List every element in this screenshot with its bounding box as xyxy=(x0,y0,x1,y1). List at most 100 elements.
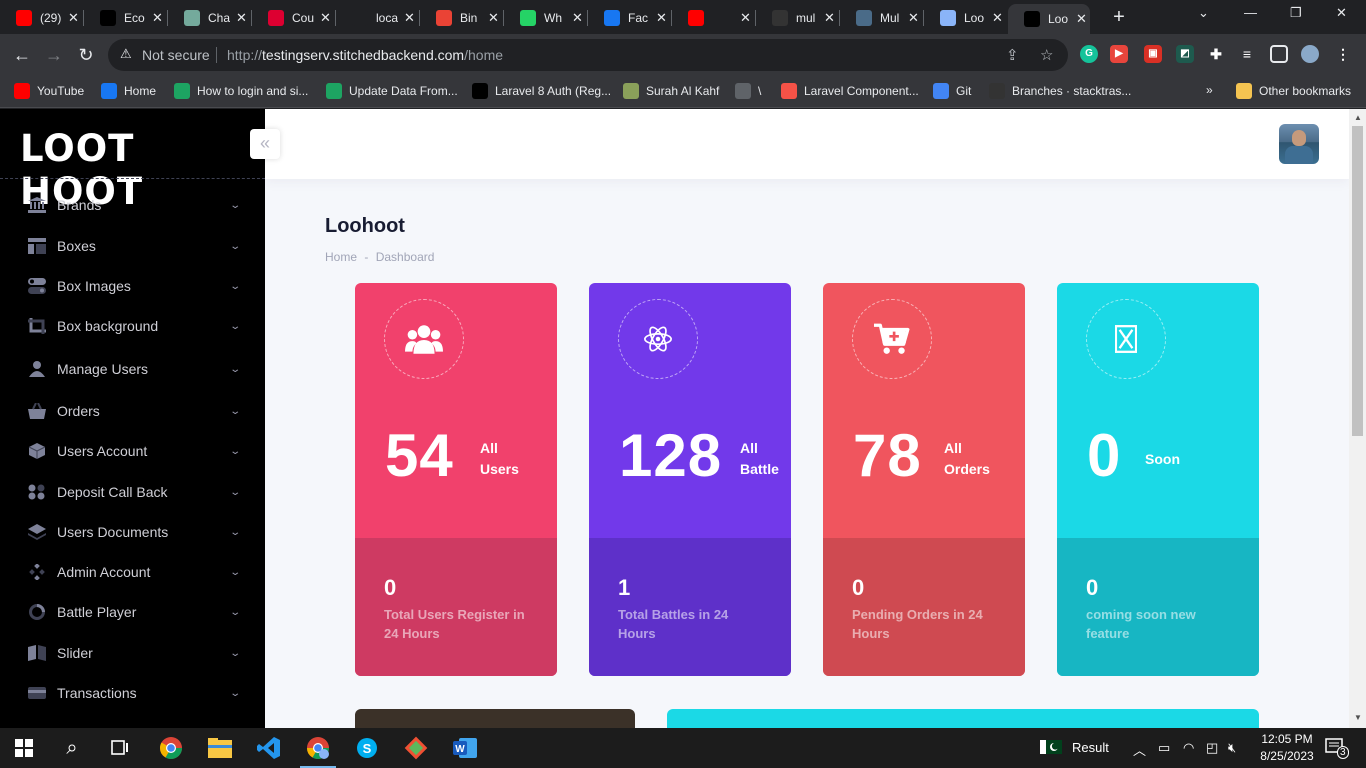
stat-card[interactable]: 78 All Orders 0 Pending Orders in 24 Hours xyxy=(823,283,1025,676)
minimize-button[interactable]: — xyxy=(1244,5,1257,20)
breadcrumb-home[interactable]: Home xyxy=(325,250,357,264)
sidebar-item-brands[interactable]: Brands ⌄ xyxy=(0,188,265,222)
close-tab-icon[interactable]: ✕ xyxy=(404,10,415,26)
browser-tab[interactable]: Mul ✕ xyxy=(840,4,922,32)
browser-tab[interactable]: Fac ✕ xyxy=(588,4,670,32)
skype-icon[interactable]: S xyxy=(355,736,379,760)
browser-tab[interactable]: Cha ✕ xyxy=(168,4,250,32)
media-control-icon[interactable]: ≡ xyxy=(1238,45,1256,63)
bookmark-item[interactable]: Branches · stacktras... xyxy=(989,83,1131,99)
browser-tab[interactable]: Bin ✕ xyxy=(420,4,502,32)
sidebar-item-box-images[interactable]: Box Images ⌄ xyxy=(0,269,265,303)
bookmark-item[interactable]: Update Data From... xyxy=(326,83,458,99)
close-tab-icon[interactable]: ✕ xyxy=(1076,11,1087,27)
file-explorer-icon[interactable] xyxy=(208,736,232,760)
sidebar-item-boxes[interactable]: Boxes ⌄ xyxy=(0,229,265,263)
sidebar-item-deposit-call-back[interactable]: Deposit Call Back ⌄ xyxy=(0,475,265,509)
page-scrollbar[interactable]: ▲ ▼ xyxy=(1349,109,1366,728)
battery-icon[interactable]: ▭ xyxy=(1158,740,1170,756)
vscode-icon[interactable] xyxy=(257,736,281,760)
tab-search-icon[interactable]: ⌄ xyxy=(1198,5,1209,21)
sidebar-item-manage-users[interactable]: Manage Users ⌄ xyxy=(0,352,265,386)
close-tab-icon[interactable]: ✕ xyxy=(656,10,667,26)
grammarly-icon[interactable]: G xyxy=(1080,45,1098,63)
bookmark-item[interactable]: Surah Al Kahf xyxy=(623,83,719,99)
search-icon[interactable]: ⌕ xyxy=(60,736,84,760)
chrome-active-taskbar-icon[interactable] xyxy=(300,736,336,768)
user-avatar[interactable] xyxy=(1279,124,1319,164)
notification-center-icon[interactable]: 3 xyxy=(1325,738,1349,759)
bookmark-item[interactable]: Home xyxy=(101,83,156,99)
share-icon[interactable]: ⇪ xyxy=(1006,46,1019,64)
menu-kebab-icon[interactable]: ⋮ xyxy=(1334,45,1352,63)
sidebar-item-battle-player[interactable]: Battle Player ⌄ xyxy=(0,595,265,629)
side-panel-icon[interactable] xyxy=(1270,45,1288,63)
pakistan-flag-icon[interactable] xyxy=(1040,740,1062,757)
task-view-icon[interactable] xyxy=(108,736,132,760)
bookmark-star-icon[interactable]: ☆ xyxy=(1040,46,1053,64)
profile-avatar-icon[interactable] xyxy=(1301,45,1319,63)
sidebar-item-box-background[interactable]: Box background ⌄ xyxy=(0,309,265,343)
sidebar-item-slider[interactable]: Slider ⌄ xyxy=(0,636,265,670)
close-tab-icon[interactable]: ✕ xyxy=(488,10,499,26)
stat-card[interactable]: 128 All Battle 1 Total Battles in 24 Hours xyxy=(589,283,791,676)
close-tab-icon[interactable]: ✕ xyxy=(908,10,919,26)
bookmark-item[interactable]: \ xyxy=(735,83,761,99)
sidebar-item-users-account[interactable]: Users Account ⌄ xyxy=(0,434,265,468)
url-text[interactable]: http://testingserv.stitchedbackend.com/h… xyxy=(227,47,503,63)
wifi-icon[interactable]: ◠ xyxy=(1183,740,1194,756)
stat-card[interactable]: 54 All Users 0 Total Users Register in 24 Ho… xyxy=(355,283,557,676)
address-bar[interactable]: ⚠ Not secure http://testingserv.stitched… xyxy=(108,39,1068,71)
ext-red-icon[interactable]: ▣ xyxy=(1144,45,1162,63)
extensions-puzzle-icon[interactable]: ✚ xyxy=(1207,45,1225,63)
bookmark-item[interactable]: How to login and si... xyxy=(174,83,308,99)
screen-recorder-icon[interactable]: ▶ xyxy=(1110,45,1128,63)
scroll-down-arrow-icon[interactable]: ▼ xyxy=(1354,713,1362,722)
browser-tab[interactable]: mul ✕ xyxy=(756,4,838,32)
browser-tab[interactable]: Cou ✕ xyxy=(252,4,334,32)
close-window-button[interactable]: ✕ xyxy=(1336,5,1347,21)
system-clock[interactable]: 12:05 PM 8/25/2023 xyxy=(1256,731,1318,765)
browser-tab[interactable]: Wh ✕ xyxy=(504,4,586,32)
show-hidden-icons-chevron-icon[interactable]: ︿ xyxy=(1133,740,1146,759)
close-tab-icon[interactable]: ✕ xyxy=(824,10,835,26)
chrome-taskbar-icon[interactable] xyxy=(159,736,183,760)
browser-tab[interactable]: loca ✕ xyxy=(336,4,418,32)
bookmark-item[interactable]: YouTube xyxy=(14,83,84,99)
sidebar-item-transactions[interactable]: Transactions ⌄ xyxy=(0,676,265,710)
browser-tab[interactable]: Eco ✕ xyxy=(84,4,166,32)
warning-icon[interactable]: ⚠ xyxy=(120,46,132,62)
word-icon[interactable]: W xyxy=(453,736,477,760)
sidebar-item-users-documents[interactable]: Users Documents ⌄ xyxy=(0,515,265,549)
stat-card[interactable]: 0 Soon 0 coming soon new feature xyxy=(1057,283,1259,676)
more-bookmarks-chevron-icon[interactable]: » xyxy=(1206,83,1213,97)
close-tab-icon[interactable]: ✕ xyxy=(320,10,331,26)
close-tab-icon[interactable]: ✕ xyxy=(236,10,247,26)
scrollbar-thumb[interactable] xyxy=(1352,126,1363,436)
forward-button[interactable]: → xyxy=(42,43,66,67)
git-gui-icon[interactable] xyxy=(404,736,428,760)
bookmark-item[interactable]: Git xyxy=(933,83,971,99)
reload-button[interactable]: ↻ xyxy=(74,43,98,67)
other-bookmarks[interactable]: Other bookmarks xyxy=(1236,83,1351,99)
camera-icon[interactable]: ◰ xyxy=(1206,740,1218,756)
bookmark-item[interactable]: Laravel Component... xyxy=(781,83,919,99)
sidebar-item-admin-account[interactable]: Admin Account ⌄ xyxy=(0,555,265,589)
browser-tab[interactable]: Loo ✕ xyxy=(1008,4,1090,34)
close-tab-icon[interactable]: ✕ xyxy=(740,10,751,26)
collapse-sidebar-button[interactable]: « xyxy=(250,129,280,159)
windows-start-icon[interactable] xyxy=(12,736,36,760)
bookmark-item[interactable]: Laravel 8 Auth (Reg... xyxy=(472,83,611,99)
close-tab-icon[interactable]: ✕ xyxy=(68,10,79,26)
browser-tab[interactable]: Loo ✕ xyxy=(924,4,1006,32)
ext-green-icon[interactable]: ◩ xyxy=(1176,45,1194,63)
scroll-up-arrow-icon[interactable]: ▲ xyxy=(1354,113,1362,122)
close-tab-icon[interactable]: ✕ xyxy=(992,10,1003,26)
browser-tab[interactable]: (29) ✕ xyxy=(0,4,82,32)
close-tab-icon[interactable]: ✕ xyxy=(152,10,163,26)
back-button[interactable]: ← xyxy=(10,43,34,67)
volume-muted-icon[interactable]: 🔇︎ xyxy=(1228,740,1236,756)
weather-label[interactable]: Result xyxy=(1072,740,1109,755)
close-tab-icon[interactable]: ✕ xyxy=(572,10,583,26)
sidebar-item-orders[interactable]: Orders ⌄ xyxy=(0,394,265,428)
